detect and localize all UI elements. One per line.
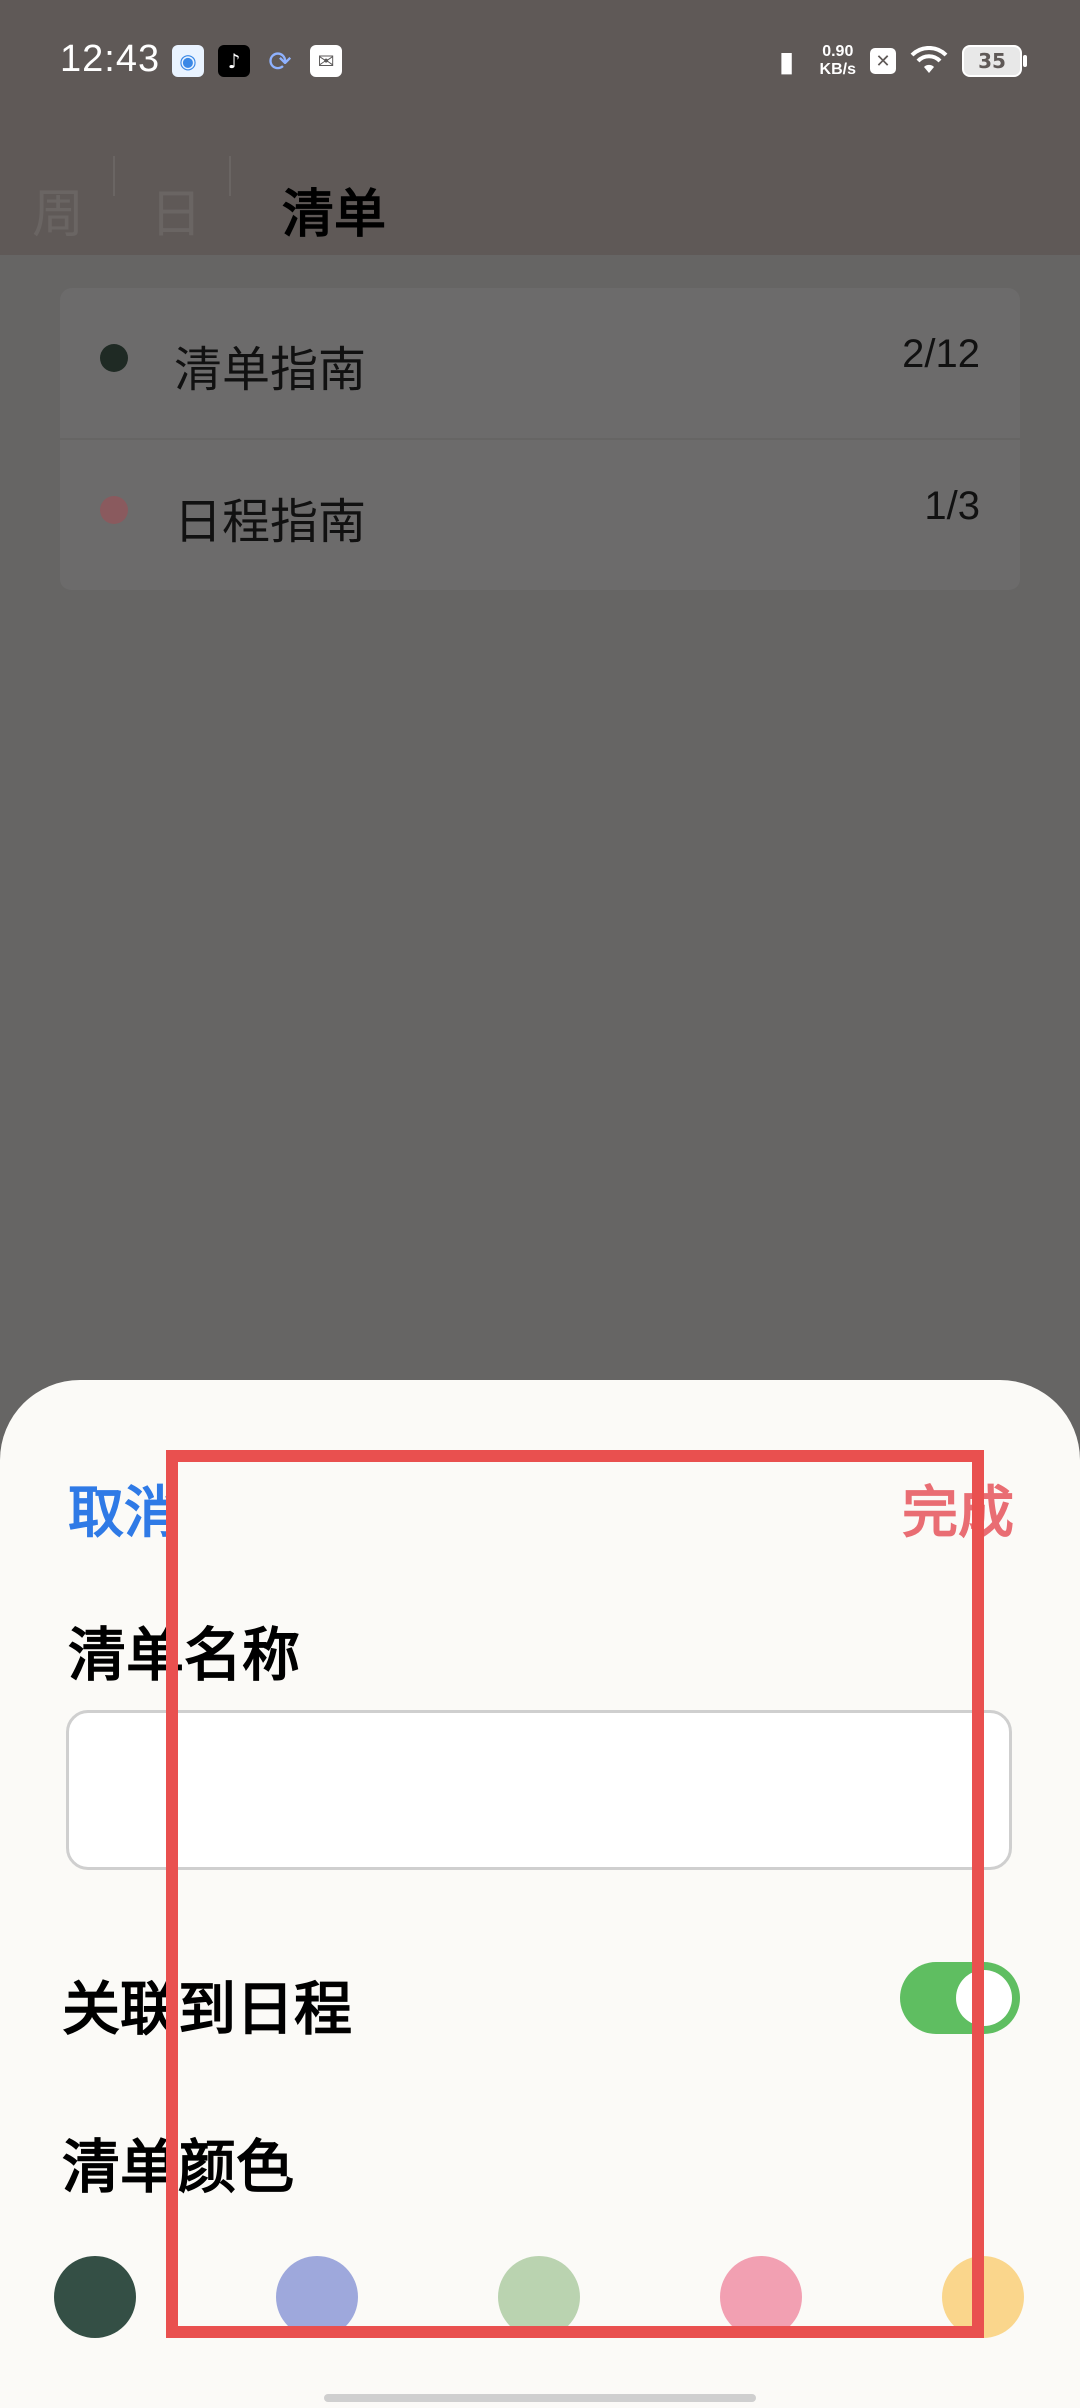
tab-list[interactable]: 清单	[282, 172, 386, 247]
battery-icon: 35	[962, 45, 1027, 77]
color-swatch-lavender[interactable]	[276, 2256, 358, 2338]
color-swatch-dark-green[interactable]	[54, 2256, 136, 2338]
mail-icon: ✉	[310, 45, 342, 77]
tab-divider	[229, 156, 231, 196]
home-indicator[interactable]	[324, 2394, 756, 2402]
browser-icon: ◉	[172, 45, 204, 77]
network-speed-value: 0.90	[822, 43, 854, 60]
toggle-knob	[956, 1970, 1012, 2026]
tab-week[interactable]: 周	[32, 172, 84, 247]
list-color-dot	[100, 496, 128, 524]
tab-divider	[113, 156, 115, 196]
list-container: 清单指南 2/12 日程指南 1/3	[60, 288, 1020, 592]
view-tabs: 周 日 清单	[0, 130, 1080, 255]
network-speed-unit: KB/s	[819, 61, 856, 78]
wifi-icon	[910, 46, 948, 73]
done-button[interactable]: 完成	[902, 1468, 1014, 1549]
network-speed: 0.90 KB/s	[820, 43, 856, 79]
system-status: ▮ 0.90 KB/s ✕ 35	[768, 42, 1027, 80]
cancel-button[interactable]: 取消	[68, 1468, 180, 1549]
list-item[interactable]: 日程指南 1/3	[60, 440, 1020, 592]
vibrate-icon: ▮	[778, 44, 795, 78]
x-icon: ✕	[870, 48, 896, 74]
download-icon: ⟳	[268, 44, 292, 78]
list-count: 2/12	[902, 332, 980, 376]
battery-level: 35	[978, 49, 1006, 73]
new-list-sheet: 取消 完成 清单名称 关联到日程 清单颜色	[0, 1380, 1080, 2408]
status-bar: 12:43 ◉ ♪ ⟳ ✉ ▮ 0.90 KB/s ✕ 35	[0, 0, 1080, 130]
list-item[interactable]: 清单指南 2/12	[60, 288, 1020, 440]
list-color-label: 清单颜色	[62, 2133, 295, 2201]
list-title: 清单指南	[174, 342, 367, 398]
color-swatch-sage[interactable]	[498, 2256, 580, 2338]
list-name-label: 清单名称	[68, 1621, 301, 1689]
link-to-schedule-toggle[interactable]	[900, 1962, 1020, 2034]
link-to-schedule-label: 关联到日程	[62, 1975, 353, 2043]
tab-day[interactable]: 日	[150, 172, 202, 247]
color-swatch-yellow[interactable]	[942, 2256, 1024, 2338]
notification-icons: ◉ ♪ ⟳ ✉	[172, 44, 342, 78]
color-swatch-pink[interactable]	[720, 2256, 802, 2338]
tiktok-icon: ♪	[218, 45, 250, 77]
list-color-dot	[100, 344, 128, 372]
list-name-input[interactable]	[66, 1710, 1012, 1870]
list-count: 1/3	[924, 484, 980, 528]
clock: 12:43	[60, 38, 161, 80]
list-title: 日程指南	[174, 494, 367, 550]
